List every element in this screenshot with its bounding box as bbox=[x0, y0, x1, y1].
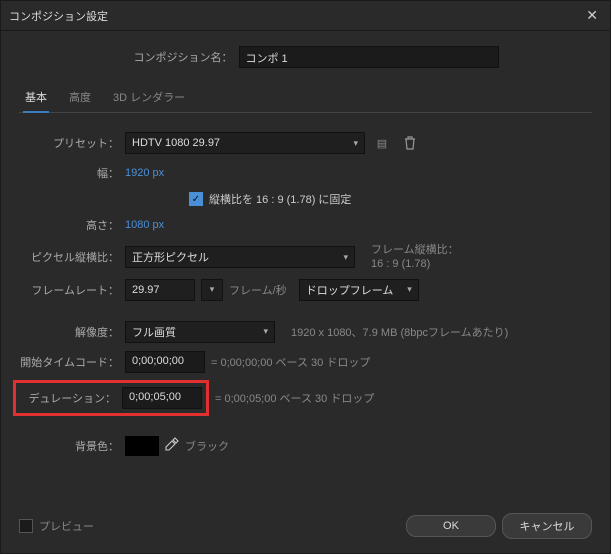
framerate-dropdown-icon[interactable]: ▾ bbox=[201, 279, 223, 301]
chevron-down-icon: ▾ bbox=[210, 284, 215, 295]
duration-label: デュレーション： bbox=[20, 390, 116, 406]
dialog-footer: プレビュー OK キャンセル bbox=[1, 503, 610, 553]
chevron-down-icon: ▾ bbox=[353, 138, 358, 149]
lock-aspect-label: 縦横比を 16 : 9 (1.78) に固定 bbox=[209, 191, 351, 207]
eyedropper-icon[interactable] bbox=[165, 437, 179, 454]
width-value[interactable]: 1920 px bbox=[125, 167, 164, 179]
preview-label: プレビュー bbox=[39, 518, 94, 534]
lock-aspect-checkbox[interactable]: ✓ bbox=[189, 192, 203, 206]
resolution-select[interactable]: フル画質 ▾ bbox=[125, 321, 275, 343]
dropframe-select[interactable]: ドロップフレーム ▾ bbox=[299, 279, 419, 301]
start-tc-input[interactable]: 0;00;00;00 bbox=[125, 351, 205, 373]
bgcolor-swatch[interactable] bbox=[125, 436, 159, 456]
titlebar: コンポジション設定 ✕ bbox=[1, 1, 610, 31]
close-icon[interactable]: ✕ bbox=[582, 7, 602, 24]
save-preset-icon[interactable]: ▤ bbox=[371, 132, 393, 154]
resolution-label: 解像度： bbox=[19, 324, 119, 340]
framerate-label: フレームレート： bbox=[19, 282, 119, 298]
start-tc-label: 開始タイムコード： bbox=[19, 354, 119, 370]
chevron-down-icon: ▾ bbox=[343, 252, 348, 263]
duration-highlight: デュレーション： 0;00;05;00 bbox=[13, 380, 209, 416]
comp-name-input[interactable]: コンポ 1 bbox=[239, 46, 499, 68]
chevron-down-icon: ▾ bbox=[407, 284, 412, 295]
bgcolor-name: ブラック bbox=[185, 438, 229, 454]
duration-input[interactable]: 0;00;05;00 bbox=[122, 387, 202, 409]
dialog-title: コンポジション設定 bbox=[9, 8, 108, 24]
pixel-aspect-select[interactable]: 正方形ピクセル ▾ bbox=[125, 246, 355, 268]
delete-preset-icon[interactable] bbox=[399, 132, 421, 154]
preview-checkbox[interactable] bbox=[19, 519, 33, 533]
preset-select[interactable]: HDTV 1080 29.97 ▾ bbox=[125, 132, 365, 154]
chevron-down-icon: ▾ bbox=[263, 326, 268, 337]
tab-basic[interactable]: 基本 bbox=[23, 83, 49, 113]
frame-aspect-info: フレーム縦横比： 16 : 9 (1.78) bbox=[371, 243, 459, 272]
cancel-button[interactable]: キャンセル bbox=[502, 513, 592, 539]
composition-settings-dialog: コンポジション設定 ✕ コンポジション名： コンポ 1 基本 高度 3D レンダ… bbox=[0, 0, 611, 554]
tab-renderer[interactable]: 3D レンダラー bbox=[111, 83, 187, 112]
height-value[interactable]: 1080 px bbox=[125, 219, 164, 231]
comp-name-label: コンポジション名： bbox=[113, 49, 233, 65]
tabs: 基本 高度 3D レンダラー bbox=[19, 83, 592, 113]
height-label: 高さ： bbox=[19, 217, 119, 233]
dialog-body: コンポジション名： コンポ 1 基本 高度 3D レンダラー プリセット： HD… bbox=[1, 31, 610, 503]
framerate-input[interactable]: 29.97 bbox=[125, 279, 195, 301]
width-label: 幅： bbox=[19, 165, 119, 181]
start-tc-info: = 0;00;00;00 ベース 30 ドロップ bbox=[211, 354, 370, 370]
pixel-aspect-label: ピクセル縦横比： bbox=[19, 249, 119, 265]
ok-button[interactable]: OK bbox=[406, 515, 496, 537]
framerate-per: フレーム/秒 bbox=[229, 282, 287, 298]
tab-advanced[interactable]: 高度 bbox=[67, 83, 93, 112]
preset-label: プリセット： bbox=[19, 135, 119, 151]
bgcolor-label: 背景色： bbox=[19, 438, 119, 454]
resolution-info: 1920 x 1080、7.9 MB (8bpcフレームあたり) bbox=[291, 324, 508, 340]
duration-info: = 0;00;05;00 ベース 30 ドロップ bbox=[215, 390, 374, 406]
